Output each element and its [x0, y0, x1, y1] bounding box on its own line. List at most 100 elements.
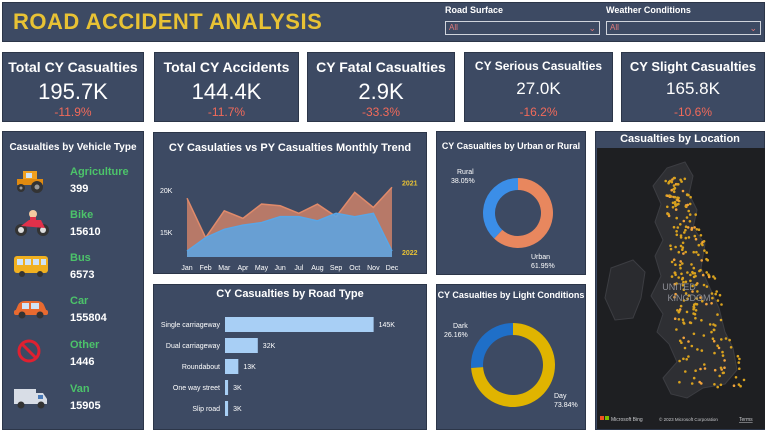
accident-dot: [676, 309, 679, 312]
accident-dot: [670, 260, 674, 264]
vehicle-panel-title: Casualties by Vehicle Type: [9, 142, 137, 153]
accident-dot: [703, 363, 706, 366]
accident-dot: [667, 180, 671, 184]
accident-dot: [675, 216, 678, 220]
accident-dot: [672, 176, 676, 180]
accident-dot: [668, 194, 671, 197]
accident-dot: [699, 367, 702, 371]
accident-dot: [682, 322, 686, 325]
accident-dot: [690, 344, 694, 348]
accident-dot: [736, 354, 740, 358]
accident-dot: [693, 312, 697, 316]
chevron-down-icon: ⌄: [588, 23, 596, 33]
accident-dot: [679, 266, 682, 270]
uk-map[interactable]: UNITED KINGDOM Microsoft Bing © 2023 Mic…: [597, 148, 765, 429]
accident-dot: [712, 323, 715, 326]
accident-dot: [679, 223, 682, 226]
accident-dot: [687, 355, 690, 358]
accident-dot: [676, 198, 680, 202]
accident-dot: [666, 212, 669, 216]
accident-dot: [705, 302, 708, 306]
accident-dot: [707, 273, 710, 276]
accident-dot: [683, 346, 687, 350]
accident-dot: [670, 188, 673, 192]
slice-name-label: Rural: [457, 169, 474, 176]
accident-dot: [678, 380, 681, 384]
accident-dot: [679, 236, 683, 239]
series-label: 2022: [402, 250, 418, 257]
bing-logo-icon: [600, 416, 604, 420]
accident-dot: [674, 245, 677, 249]
prohibited-icon: [17, 339, 41, 363]
kpi-change: -16.2%: [519, 105, 558, 119]
accident-dot: [738, 357, 741, 361]
map-label-kingdom: KINGDOM: [667, 293, 710, 303]
accident-dot: [680, 180, 683, 183]
kpi-card-slight-casualties: CY Slight Casualties 165.8K -10.6%: [621, 52, 765, 122]
kpi-change: -11.9%: [54, 105, 92, 119]
x-tick-label: Jun: [275, 265, 286, 272]
accident-dot: [702, 240, 706, 243]
category-label: Dual carriageway: [166, 343, 221, 350]
map-ireland: [604, 259, 646, 321]
accident-dot: [672, 258, 676, 261]
accident-dot: [688, 220, 692, 223]
accident-dot: [672, 225, 676, 229]
category-label: Slip road: [192, 406, 220, 413]
car-icon: [14, 301, 48, 319]
accident-dot: [716, 313, 719, 316]
accident-dot: [718, 293, 722, 297]
road-surface-dropdown[interactable]: All ⌄: [445, 21, 600, 35]
accident-dot: [677, 318, 681, 321]
accident-dot: [695, 228, 699, 231]
accident-dot: [692, 376, 696, 380]
accident-dot: [729, 346, 733, 349]
kpi-change: -10.6%: [673, 105, 713, 119]
accident-dot: [687, 209, 690, 213]
accident-dot: [673, 195, 677, 199]
bar: [225, 401, 229, 416]
accident-dot: [720, 338, 723, 341]
vehicle-name: Van: [70, 383, 90, 395]
road-type-panel: CY Casualties by Road Type Single carria…: [153, 284, 427, 430]
accident-dot: [699, 234, 703, 237]
accident-dot: [694, 237, 698, 241]
accident-dot: [739, 384, 742, 388]
accident-dot: [694, 213, 697, 216]
vehicle-value: 155804: [70, 312, 107, 324]
bar-value-label: 3K: [233, 385, 242, 392]
location-map-panel[interactable]: Casualties by Location UNITED KINGDOM Mi…: [595, 131, 765, 430]
accident-dot: [670, 275, 674, 278]
accident-dot: [707, 275, 711, 279]
accident-dot: [722, 371, 725, 375]
weather-dropdown[interactable]: All ⌄: [606, 21, 761, 35]
slice-name-label: Urban: [531, 254, 550, 261]
kpi-value: 144.4K: [191, 79, 262, 104]
accident-dot: [674, 204, 677, 208]
donut-slice-dark: [471, 323, 513, 369]
accident-dot: [678, 359, 681, 363]
accident-dot: [683, 231, 686, 234]
accident-dot: [694, 369, 697, 372]
accident-dot: [703, 367, 707, 370]
x-tick-label: Apr: [237, 265, 249, 272]
category-label: One way street: [173, 385, 220, 392]
x-tick-label: Mar: [218, 265, 231, 272]
accident-dot: [681, 241, 685, 245]
accident-dot: [737, 361, 741, 364]
accident-dot: [728, 338, 731, 342]
accident-dot: [710, 292, 714, 295]
series-label: 2021: [402, 180, 418, 187]
bar-value-label: 32K: [263, 343, 276, 350]
accident-dot: [720, 303, 723, 306]
accident-dot: [669, 244, 672, 247]
accident-dot: [691, 270, 694, 274]
bar: [225, 338, 258, 353]
road-surface-label: Road Surface: [445, 5, 504, 15]
accident-dot: [723, 366, 726, 369]
accident-dot: [711, 337, 715, 340]
accident-dot: [692, 250, 695, 254]
slice-pct-label: 73.84%: [554, 402, 578, 409]
accident-dot: [742, 378, 746, 382]
vehicle-value: 15905: [70, 400, 101, 412]
